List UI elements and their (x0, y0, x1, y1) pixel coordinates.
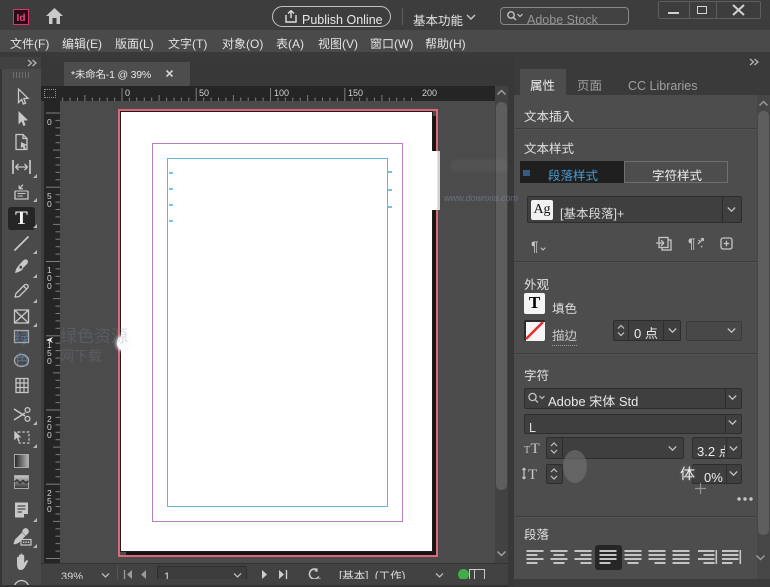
svg-text:0: 0 (47, 430, 52, 440)
svg-text:T: T (531, 441, 540, 455)
svg-text:100: 100 (274, 88, 289, 98)
svg-text:0: 0 (47, 199, 52, 209)
svg-text:0: 0 (125, 88, 130, 98)
svg-text:0: 0 (47, 504, 52, 514)
svg-text:0: 0 (47, 117, 52, 127)
svg-text:T: T (528, 467, 537, 481)
svg-text:¶: ¶ (688, 236, 696, 251)
svg-text:150: 150 (348, 88, 363, 98)
svg-text:T: T (524, 445, 530, 455)
svg-text:0: 0 (47, 356, 52, 366)
svg-text:50: 50 (199, 88, 209, 98)
svg-text:200: 200 (422, 88, 437, 98)
svg-text:0: 0 (47, 281, 52, 291)
